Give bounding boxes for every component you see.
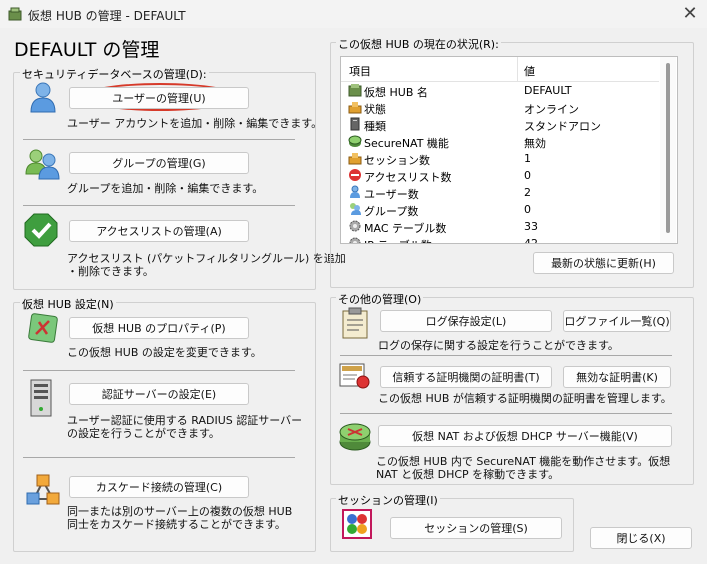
server-icon bbox=[30, 379, 52, 417]
separator bbox=[340, 413, 672, 414]
auth-server-button[interactable]: 認証サーバーの設定(E) bbox=[69, 383, 249, 405]
session-legend: セッションの管理(I) bbox=[336, 494, 440, 507]
group-icon bbox=[25, 149, 60, 180]
status-row-value: DEFAULT bbox=[524, 84, 572, 97]
manage-users-desc: ユーザー アカウントを追加・削除・編集できます。 bbox=[67, 117, 323, 130]
separator bbox=[23, 457, 295, 458]
status-row[interactable]: 仮想 HUB 名 DEFAULT bbox=[341, 82, 659, 99]
status-row[interactable]: MAC テーブル数 33 bbox=[341, 218, 659, 235]
access-list-icon bbox=[349, 169, 361, 181]
list-scrollbar[interactable] bbox=[660, 57, 676, 243]
status-row-value: 0 bbox=[524, 169, 531, 182]
manage-groups-desc: グループを追加・削除・編集できます。 bbox=[67, 182, 264, 195]
status-row[interactable]: アクセスリスト数 0 bbox=[341, 167, 659, 184]
invalid-cert-button[interactable]: 無効な証明書(K) bbox=[563, 366, 671, 388]
user-icon bbox=[30, 82, 56, 113]
trusted-ca-button[interactable]: 信頼する証明機関の証明書(T) bbox=[380, 366, 552, 388]
status-row-value: 42 bbox=[524, 237, 538, 244]
hub-icon bbox=[348, 84, 362, 97]
scrollbar-thumb[interactable] bbox=[666, 63, 670, 233]
status-row-label: アクセスリスト数 bbox=[364, 171, 452, 184]
session-icon bbox=[348, 153, 362, 165]
window-title: 仮想 HUB の管理 - DEFAULT bbox=[28, 9, 186, 23]
access-list-desc-2: ・削除できます。 bbox=[67, 265, 154, 278]
status-row-label: IP テーブル数 bbox=[364, 237, 432, 243]
user-icon bbox=[350, 185, 360, 198]
nat-desc-1: この仮想 HUB 内で SecureNAT 機能を動作させます。仮想 bbox=[376, 455, 671, 468]
manage-access-list-button[interactable]: アクセスリストの管理(A) bbox=[69, 220, 249, 242]
nat-dhcp-button[interactable]: 仮想 NAT および仮想 DHCP サーバー機能(V) bbox=[378, 425, 672, 447]
manage-groups-button[interactable]: グループの管理(G) bbox=[69, 152, 249, 174]
group-icon bbox=[350, 203, 361, 215]
window-close-button[interactable]: ✕ bbox=[676, 2, 704, 26]
hub-properties-desc: この仮想 HUB の設定を変更できます。 bbox=[67, 346, 262, 359]
cascade-icon bbox=[26, 474, 60, 505]
clipboard-icon bbox=[342, 307, 368, 339]
cert-desc: この仮想 HUB が信頼する証明機関の証明書を管理します。 bbox=[378, 392, 672, 405]
separator bbox=[23, 205, 295, 206]
column-header-item[interactable]: 項目 bbox=[349, 63, 371, 79]
status-row-value: 無効 bbox=[524, 137, 546, 150]
manage-sessions-button[interactable]: セッションの管理(S) bbox=[390, 517, 562, 539]
status-row-label: ユーザー数 bbox=[364, 188, 419, 201]
status-row-label: グループ数 bbox=[364, 205, 419, 218]
hub-settings-legend: 仮想 HUB 設定(N) bbox=[20, 298, 116, 311]
log-settings-button[interactable]: ログ保存設定(L) bbox=[380, 310, 552, 332]
status-row-label: SecureNAT 機能 bbox=[364, 137, 449, 150]
status-row-label: MAC テーブル数 bbox=[364, 222, 447, 235]
cascade-button[interactable]: カスケード接続の管理(C) bbox=[69, 476, 249, 498]
other-legend: その他の管理(O) bbox=[336, 293, 424, 306]
status-row[interactable]: SecureNAT 機能 無効 bbox=[341, 133, 659, 150]
sessions-icon bbox=[342, 509, 372, 539]
log-files-button[interactable]: ログファイル一覧(Q) bbox=[563, 310, 671, 332]
status-row-value: スタンドアロン bbox=[524, 120, 601, 133]
status-row[interactable]: グループ数 0 bbox=[341, 201, 659, 218]
cascade-desc-2: 同士をカスケード接続することができます。 bbox=[67, 518, 286, 531]
status-legend: この仮想 HUB の現在の状況(R): bbox=[336, 38, 501, 51]
separator bbox=[23, 139, 295, 140]
status-row-value: 2 bbox=[524, 186, 531, 199]
hub-properties-button[interactable]: 仮想 HUB のプロパティ(P) bbox=[69, 317, 249, 339]
status-row[interactable]: ユーザー数 2 bbox=[341, 184, 659, 201]
status-row-value: 33 bbox=[524, 220, 538, 233]
page-title: DEFAULT の管理 bbox=[14, 39, 160, 61]
server-type-icon bbox=[350, 117, 360, 131]
status-row-value: 1 bbox=[524, 152, 531, 165]
manage-users-button[interactable]: ユーザーの管理(U) bbox=[69, 87, 249, 109]
access-list-desc-1: アクセスリスト (パケットフィルタリングルール) を追加 bbox=[67, 252, 346, 265]
refresh-button[interactable]: 最新の状態に更新(H) bbox=[533, 252, 674, 274]
checkmark-shield-icon bbox=[24, 213, 58, 247]
status-row-label: 状態 bbox=[364, 103, 386, 116]
hub-app-icon bbox=[8, 7, 22, 21]
auth-server-desc-1: ユーザー認証に使用する RADIUS 認証サーバー bbox=[67, 414, 303, 427]
status-icon bbox=[348, 102, 362, 114]
log-desc: ログの保存に関する設定を行うことができます。 bbox=[378, 339, 619, 352]
status-row-label: 仮想 HUB 名 bbox=[364, 86, 428, 99]
status-row-label: セッション数 bbox=[364, 154, 430, 167]
status-row[interactable]: IP テーブル数 42 bbox=[341, 235, 659, 244]
hub-properties-icon bbox=[28, 313, 58, 343]
status-row[interactable]: 種類 スタンドアロン bbox=[341, 116, 659, 133]
close-button[interactable]: 閉じる(X) bbox=[590, 527, 692, 549]
status-list[interactable]: 項目 値 仮想 HUB 名 DEFAULT 状態 オンライン 種類 スタンドアロン Secu… bbox=[340, 56, 678, 244]
status-row-value: オンライン bbox=[524, 103, 579, 116]
auth-server-desc-2: の設定を行うことができます。 bbox=[67, 427, 220, 440]
status-row-label: 種類 bbox=[364, 120, 386, 133]
gear-icon bbox=[349, 220, 361, 232]
gear-icon bbox=[349, 237, 361, 243]
status-row[interactable]: 状態 オンライン bbox=[341, 99, 659, 116]
status-row-value: 0 bbox=[524, 203, 531, 216]
title-bar: 仮想 HUB の管理 - DEFAULT ✕ bbox=[0, 0, 707, 28]
securenat-icon bbox=[348, 135, 362, 147]
router-icon bbox=[339, 423, 371, 451]
cascade-desc-1: 同一または別のサーバー上の複数の仮想 HUB bbox=[67, 505, 293, 518]
column-header-value[interactable]: 値 bbox=[524, 63, 535, 79]
status-row[interactable]: セッション数 1 bbox=[341, 150, 659, 167]
nat-desc-2: NAT と仮想 DHCP を稼動できます。 bbox=[376, 468, 560, 481]
separator bbox=[340, 355, 672, 356]
separator bbox=[23, 370, 295, 371]
list-header: 項目 値 bbox=[341, 57, 659, 82]
certificate-icon bbox=[339, 363, 370, 389]
